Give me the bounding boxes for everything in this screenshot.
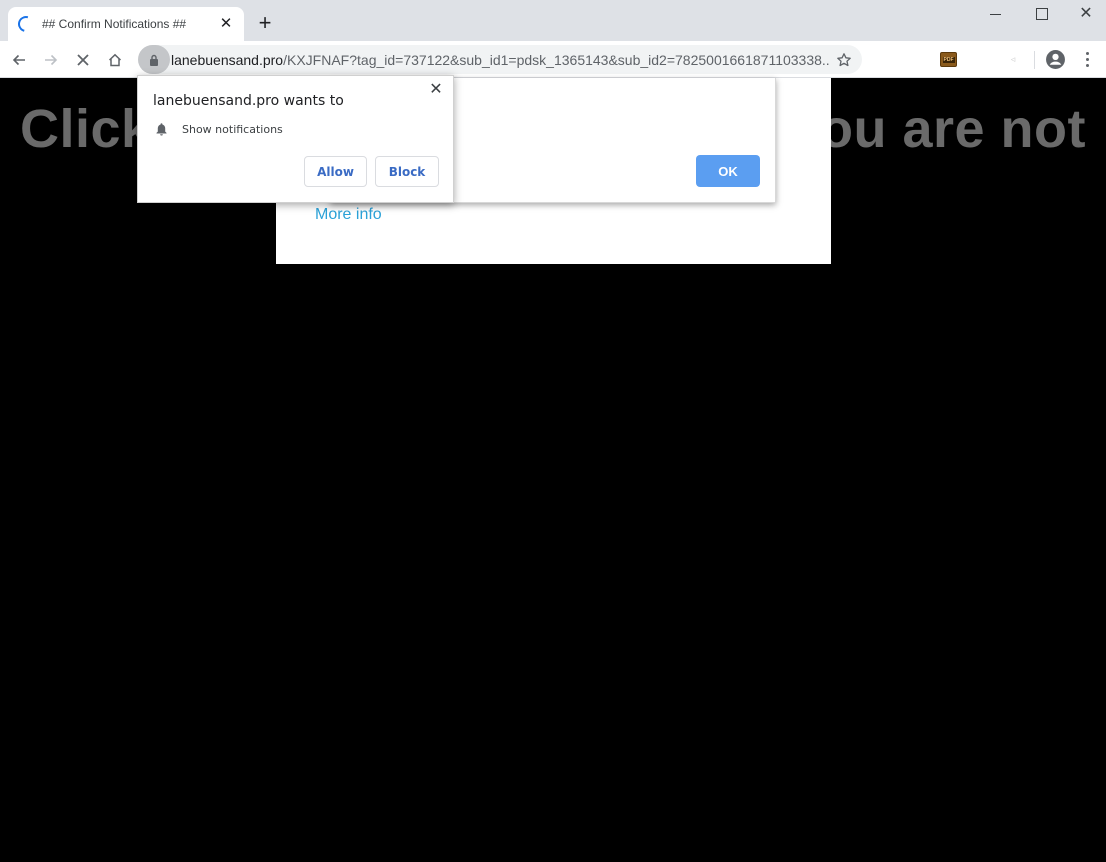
permission-request-row: Show notifications (155, 122, 283, 136)
menu-dot-icon (1085, 52, 1089, 55)
pdf-extension-icon: PDF (942, 56, 955, 63)
more-info-link[interactable]: More info (315, 206, 382, 224)
site-info-button[interactable] (138, 45, 170, 74)
window-close-button[interactable]: ✕ (1074, 4, 1098, 24)
profile-button[interactable] (1045, 49, 1066, 70)
url-path: /KXJFNAF?tag_id=737122&sub_id1=pdsk_1365… (283, 51, 830, 68)
bookmark-button[interactable] (830, 46, 858, 74)
home-button[interactable] (102, 47, 128, 73)
menu-dot-icon (1085, 64, 1089, 67)
arrow-left-icon (12, 54, 25, 66)
faded-extension-icon[interactable]: ◃ (1006, 54, 1020, 64)
loading-spinner-icon (15, 13, 37, 35)
stop-loading-button[interactable] (70, 47, 96, 73)
close-x-icon (77, 54, 89, 66)
headline-right: ou are not (819, 99, 1086, 159)
block-button[interactable]: Block (375, 156, 439, 187)
window-maximize-button[interactable] (1029, 4, 1053, 24)
star-icon (837, 52, 851, 66)
tab-active[interactable]: ## Confirm Notifications ## ✕ (8, 7, 244, 41)
back-button[interactable] (6, 47, 32, 73)
headline-left: Click (20, 99, 152, 159)
arrow-right-icon (45, 54, 58, 66)
toolbar-divider (1034, 51, 1035, 69)
browser-menu-button[interactable] (1080, 49, 1094, 70)
alert-ok-button[interactable]: OK (696, 155, 760, 187)
tab-close-icon[interactable]: ✕ (218, 16, 234, 32)
permission-close-icon[interactable]: ✕ (428, 82, 444, 98)
address-bar[interactable]: lanebuensand.pro/KXJFNAF?tag_id=737122&s… (138, 45, 862, 74)
lock-icon (150, 54, 158, 66)
pdf-extension-button[interactable]: PDF (940, 52, 957, 67)
url-text[interactable]: lanebuensand.pro/KXJFNAF?tag_id=737122&s… (171, 52, 830, 68)
permission-title: lanebuensand.pro wants to (153, 93, 344, 109)
home-icon (108, 53, 122, 67)
url-host: lanebuensand.pro (171, 51, 284, 68)
allow-button[interactable]: Allow (304, 156, 367, 187)
menu-dot-icon (1085, 58, 1089, 61)
permission-label: Show notifications (182, 122, 283, 136)
bell-icon (156, 123, 167, 136)
tab-title: ## Confirm Notifications ## (42, 17, 187, 31)
tab-strip: ## Confirm Notifications ## ✕ + ✕ (0, 0, 1106, 41)
forward-button[interactable] (38, 47, 64, 73)
notification-permission-popup: lanebuensand.pro wants to ✕ Show notific… (137, 75, 454, 203)
new-tab-button[interactable]: + (254, 12, 276, 34)
browser-toolbar: lanebuensand.pro/KXJFNAF?tag_id=737122&s… (0, 41, 1106, 78)
window-minimize-button[interactable] (984, 4, 1008, 24)
account-circle-icon (1046, 50, 1065, 69)
